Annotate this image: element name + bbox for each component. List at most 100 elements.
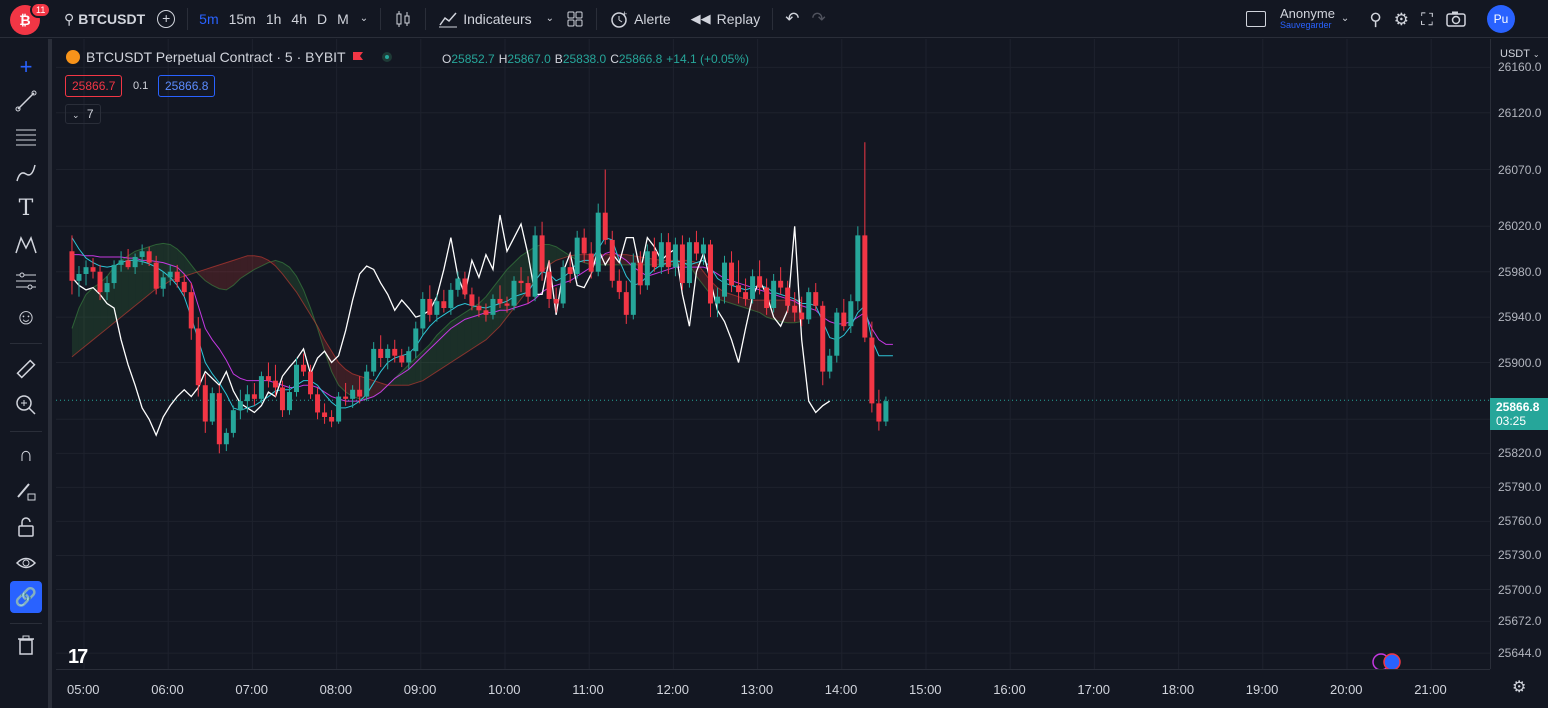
candle-body bbox=[736, 285, 742, 293]
timeframe-dropdown[interactable]: ⌄ bbox=[354, 0, 374, 38]
prediction-tool[interactable] bbox=[10, 265, 42, 297]
candle-body bbox=[265, 376, 271, 381]
candle-body bbox=[83, 267, 89, 274]
publish-button[interactable]: Pu bbox=[1486, 5, 1515, 33]
price-axis[interactable] bbox=[1490, 39, 1548, 669]
trash-icon bbox=[18, 635, 34, 655]
pattern-tool[interactable] bbox=[10, 229, 42, 261]
crosshair-tool[interactable]: + bbox=[10, 51, 42, 83]
kumo-segment bbox=[338, 362, 346, 393]
time-label: 08:00 bbox=[319, 682, 353, 697]
candle-body bbox=[315, 394, 321, 413]
high-value: 25867.0 bbox=[507, 52, 551, 66]
layout-select-button[interactable] bbox=[1240, 0, 1272, 38]
tradingview-logo-icon[interactable]: 17 bbox=[68, 646, 88, 669]
brush-tool[interactable] bbox=[10, 157, 42, 189]
candle-body bbox=[174, 271, 180, 282]
timeframe-d[interactable]: D bbox=[312, 0, 332, 38]
candle-body bbox=[160, 277, 166, 289]
candle-body bbox=[441, 301, 447, 309]
kumo-segment bbox=[457, 312, 465, 358]
candle-body bbox=[778, 280, 784, 288]
text-tool[interactable]: T bbox=[10, 193, 42, 225]
icons-tool[interactable]: ☺ bbox=[10, 301, 42, 333]
candle-body bbox=[729, 262, 735, 286]
candle-body bbox=[764, 287, 770, 309]
sell-button[interactable]: 25866.7 bbox=[65, 75, 123, 97]
timeframe-4h[interactable]: 4h bbox=[286, 0, 312, 38]
time-label: 17:00 bbox=[1077, 682, 1110, 697]
candle-body bbox=[406, 351, 412, 363]
save-link[interactable]: Sauvegarder bbox=[1280, 20, 1332, 31]
current-price-label: 25866.8 03:25 bbox=[1490, 398, 1548, 430]
magnet-tool[interactable]: ∩ bbox=[10, 439, 42, 471]
candle-body bbox=[806, 292, 812, 320]
price-chart[interactable] bbox=[56, 39, 1490, 669]
pencil-lock-icon bbox=[17, 483, 36, 501]
quick-search-button[interactable]: ⚲ bbox=[1363, 0, 1387, 38]
candle-body bbox=[97, 271, 103, 293]
price-label: 26070.0 bbox=[1498, 162, 1542, 177]
candle-body bbox=[532, 235, 538, 297]
close-value: 25866.8 bbox=[618, 52, 663, 66]
user-avatar[interactable]: ₿ 11 bbox=[10, 1, 52, 36]
time-label: 06:00 bbox=[151, 682, 184, 697]
low-value: 25838.0 bbox=[562, 52, 607, 66]
kumo-segment bbox=[429, 335, 437, 377]
replay-button[interactable]: ◀◀ Replay bbox=[685, 0, 767, 38]
candle-body bbox=[785, 287, 791, 306]
time-label: 19:00 bbox=[1245, 682, 1279, 697]
candle-body bbox=[567, 267, 573, 274]
candle-body bbox=[869, 337, 875, 404]
layouts-button[interactable] bbox=[560, 0, 590, 38]
lock-drawing-tool[interactable] bbox=[10, 475, 42, 507]
buy-button[interactable]: 25866.8 bbox=[158, 75, 216, 97]
divider bbox=[380, 7, 382, 30]
lock-all-tool[interactable] bbox=[10, 511, 42, 543]
kumo-segment bbox=[282, 262, 290, 284]
candle-body bbox=[539, 235, 545, 272]
profile-dropdown[interactable]: ⌄ bbox=[1335, 0, 1355, 38]
timeframe-5m[interactable]: 5m bbox=[194, 0, 223, 38]
camera-icon bbox=[1446, 11, 1466, 27]
candle-body bbox=[623, 292, 629, 315]
timeframe-group: 5m 15m 1h 4h D M bbox=[194, 0, 354, 38]
sync-drawings-tool[interactable]: 🔗 bbox=[10, 581, 42, 613]
delete-drawings-tool[interactable] bbox=[10, 629, 42, 661]
snapshot-button[interactable] bbox=[1439, 0, 1473, 38]
legend-title[interactable]: BTCUSDT Perpetual Contract · 5 · BYBIT bbox=[86, 49, 346, 65]
timeframe-15m[interactable]: 15m bbox=[224, 0, 261, 38]
divider bbox=[10, 343, 42, 344]
candle-body bbox=[848, 301, 854, 327]
hide-drawings-tool[interactable] bbox=[10, 547, 42, 579]
redo-button[interactable]: ↷ bbox=[805, 0, 831, 38]
indicators-button[interactable]: Indicateurs ⌄ bbox=[432, 0, 560, 38]
time-label: 12:00 bbox=[656, 682, 689, 697]
profile-menu[interactable]: Anonyme Sauvegarder bbox=[1280, 6, 1335, 31]
square-icon bbox=[1246, 11, 1266, 27]
timeframe-m[interactable]: M bbox=[332, 0, 354, 38]
timeframe-1h[interactable]: 1h bbox=[261, 0, 287, 38]
chart-type-button[interactable] bbox=[387, 0, 419, 38]
candle-body bbox=[707, 244, 713, 304]
ruler-tool[interactable] bbox=[10, 353, 42, 385]
symbol-search-button[interactable]: ⚲ BTCUSDT bbox=[50, 0, 151, 38]
trend-line-tool[interactable] bbox=[10, 85, 42, 117]
compare-symbol-button[interactable]: + bbox=[151, 0, 181, 38]
axis-settings-button[interactable]: ⚙ bbox=[1512, 680, 1526, 696]
price-label: 25700.0 bbox=[1498, 582, 1542, 597]
settings-button[interactable]: ⚙ bbox=[1388, 0, 1415, 38]
flag-icon[interactable] bbox=[352, 51, 364, 63]
fib-tool[interactable] bbox=[10, 121, 42, 153]
undo-button[interactable]: ↶ bbox=[779, 0, 805, 38]
currency-select[interactable]: USDT ⌄ bbox=[1500, 48, 1540, 60]
candle-body bbox=[609, 239, 615, 281]
fullscreen-button[interactable]: ⛶ bbox=[1415, 0, 1439, 38]
alert-button[interactable]: + Alerte bbox=[603, 0, 677, 38]
candle-body bbox=[139, 251, 145, 257]
replay-label: Replay bbox=[716, 10, 761, 27]
notification-badge: 11 bbox=[30, 1, 52, 18]
indicators-toggle[interactable]: ⌄ 7 bbox=[65, 104, 101, 124]
zoom-tool[interactable] bbox=[10, 389, 42, 421]
candle-body bbox=[153, 262, 159, 289]
